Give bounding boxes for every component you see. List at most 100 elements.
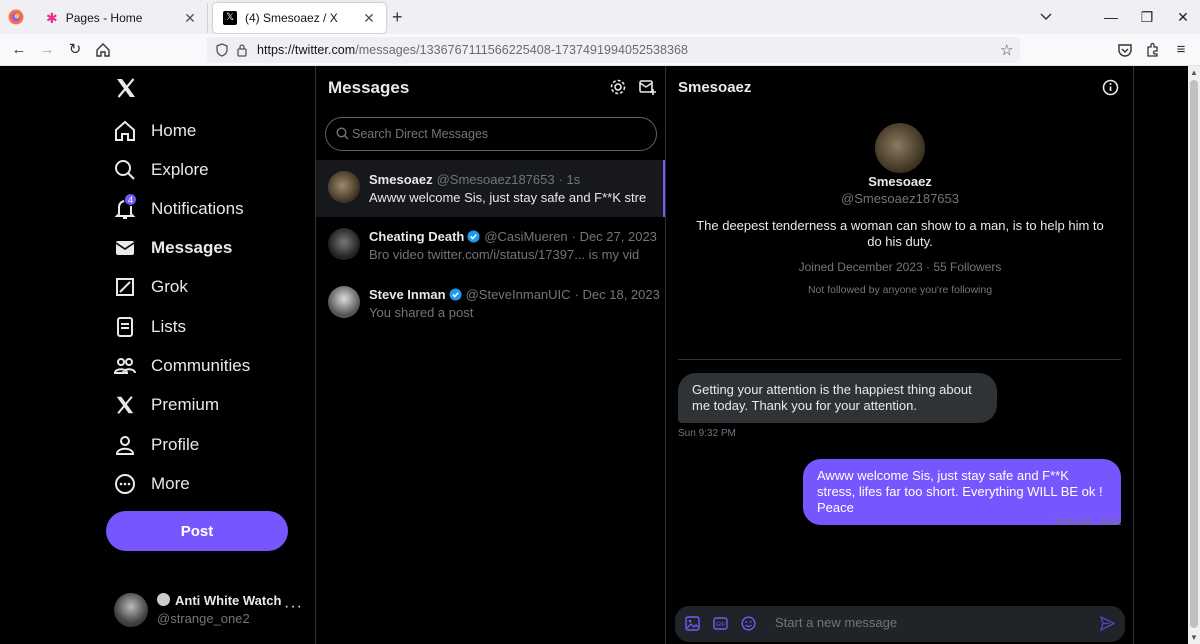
grok-icon (113, 275, 137, 299)
page-title: Messages (328, 78, 410, 97)
conversation-header: Steve Inman @SteveInmanUIC · Dec 18, 202… (369, 287, 660, 302)
conversation-time: · Dec 18, 2023 (574, 287, 660, 302)
pages-favicon-icon: ✱ (46, 9, 58, 26)
close-window-icon[interactable]: ✕ (1174, 8, 1192, 26)
conversation-name: Cheating Death (369, 229, 465, 244)
message-composer: GIF (675, 606, 1125, 642)
scrollbar-thumb[interactable] (1190, 80, 1198, 628)
scroll-down-icon[interactable]: ▼ (1190, 633, 1198, 642)
close-tab-icon[interactable]: ✕ (362, 10, 376, 27)
conversation-preview: Awww welcome Sis, just stay safe and F**… (369, 190, 647, 205)
restore-icon[interactable]: ❐ (1138, 8, 1156, 26)
alien-icon (157, 593, 170, 606)
conversation-handle: @CasiMueren (484, 229, 568, 244)
conversation-header: Cheating Death @CasiMueren · Dec 27, 202… (369, 229, 657, 244)
url-bar[interactable]: https://twitter.com/messages/13367671115… (207, 37, 1020, 63)
image-icon[interactable] (685, 616, 700, 631)
search-box[interactable] (325, 117, 657, 151)
message-timestamp: 9:25 AM · Sent (1054, 517, 1121, 528)
pocket-icon[interactable] (1116, 41, 1134, 59)
chevron-down-icon[interactable] (1039, 10, 1053, 24)
account-handle: @strange_one2 (157, 611, 250, 626)
emoji-icon[interactable] (741, 616, 756, 631)
svg-text:GIF: GIF (716, 622, 726, 628)
x-favicon-icon: 𝕏 (223, 11, 237, 25)
avatar[interactable] (875, 123, 925, 173)
profile-bio: The deepest tenderness a woman can show … (696, 218, 1104, 249)
profile-handle: @Smesoaez187653 (841, 191, 959, 206)
message-input[interactable] (775, 615, 1075, 630)
nav-premium[interactable]: Premium (113, 390, 219, 420)
list-icon (113, 315, 137, 339)
new-message-icon[interactable] (638, 78, 656, 96)
conversation-item[interactable]: Steve Inman @SteveInmanUIC · Dec 18, 202… (316, 275, 665, 332)
divider (678, 359, 1121, 360)
nav-label: Notifications (151, 199, 244, 218)
url-host: https://twitter.com (257, 43, 356, 57)
back-icon[interactable]: ← (10, 41, 28, 59)
nav-grok[interactable]: Grok (113, 272, 188, 302)
received-message[interactable]: Getting your attention is the happiest t… (678, 373, 997, 423)
x-app: Home Explore 4 Notifications Messages Gr… (0, 66, 1200, 644)
more-icon[interactable]: ··· (284, 598, 303, 616)
star-icon[interactable]: ☆ (1000, 41, 1013, 59)
gif-icon[interactable]: GIF (713, 616, 728, 631)
send-icon[interactable] (1100, 616, 1115, 631)
nav-communities[interactable]: Communities (113, 351, 250, 381)
search-icon (336, 127, 349, 140)
message-timestamp: Sun 9:32 PM (678, 428, 736, 439)
nav-home[interactable]: Home (113, 116, 196, 146)
browser-tab-bar: ✱ Pages - Home ✕ 𝕏 (4) Smesoaez / X ✕ + … (0, 0, 1200, 34)
nav-label: Lists (151, 317, 186, 336)
conversation-title: Smesoaez (678, 79, 752, 96)
tab-smesoaez[interactable]: 𝕏 (4) Smesoaez / X ✕ (213, 3, 386, 33)
gear-icon[interactable] (609, 78, 627, 96)
home-icon[interactable] (94, 41, 112, 59)
nav-label: Messages (151, 238, 233, 257)
home-icon (113, 119, 137, 143)
nav-messages[interactable]: Messages (113, 233, 232, 263)
verified-badge-icon (449, 288, 462, 301)
more-circle-icon (113, 472, 137, 496)
nav-explore[interactable]: Explore (113, 155, 209, 185)
search-icon (113, 158, 137, 182)
info-icon[interactable] (1102, 79, 1119, 96)
sent-message[interactable]: Awww welcome Sis, just stay safe and F**… (803, 459, 1121, 525)
forward-icon[interactable]: → (38, 41, 56, 59)
tab-title: Pages - Home (65, 11, 143, 25)
profile-name[interactable]: Smesoaez (666, 174, 1134, 189)
nav-label: More (151, 474, 190, 493)
notification-badge: 4 (124, 193, 137, 206)
minimize-icon[interactable]: — (1102, 8, 1120, 26)
nav-lists[interactable]: Lists (113, 312, 186, 342)
person-icon (113, 433, 137, 457)
conversation-item[interactable]: Smesoaez @Smesoaez187653 · 1s Awww welco… (316, 160, 665, 217)
close-tab-icon[interactable]: ✕ (183, 10, 197, 27)
nav-notifications[interactable]: 4 Notifications (113, 193, 244, 224)
firefox-icon[interactable] (7, 8, 25, 26)
lock-icon[interactable] (236, 43, 248, 57)
menu-icon[interactable]: ≡ (1172, 41, 1190, 59)
conversation-handle: @Smesoaez187653 (436, 172, 555, 187)
nav-more[interactable]: More (113, 469, 190, 499)
tab-pages-home[interactable]: ✱ Pages - Home ✕ (36, 3, 208, 33)
avatar (114, 593, 148, 627)
scroll-up-icon[interactable]: ▲ (1190, 68, 1198, 77)
extensions-icon[interactable] (1144, 41, 1162, 59)
nav-label: Profile (151, 435, 200, 454)
conversation-name: Smesoaez (369, 172, 433, 187)
account-switcher[interactable]: Anti White Watch @strange_one2 ··· (114, 591, 304, 631)
bell-icon: 4 (113, 193, 137, 221)
shield-icon[interactable] (215, 43, 229, 57)
nav-profile[interactable]: Profile (113, 430, 199, 460)
conversation-time: · 1s (558, 172, 581, 187)
new-tab-icon[interactable]: + (392, 8, 403, 26)
url-text: https://twitter.com/messages/13367671115… (257, 43, 688, 57)
search-input[interactable] (352, 127, 642, 141)
messages-panel: Messages Smesoaez @Smesoaez187653 · 1s A… (315, 66, 666, 644)
reload-icon[interactable]: ↻ (66, 41, 84, 59)
post-button[interactable]: Post (106, 511, 288, 551)
x-logo-icon[interactable] (114, 76, 138, 100)
scrollbar[interactable]: ▲ ▼ (1188, 66, 1200, 644)
conversation-item[interactable]: Cheating Death @CasiMueren · Dec 27, 202… (316, 217, 665, 274)
